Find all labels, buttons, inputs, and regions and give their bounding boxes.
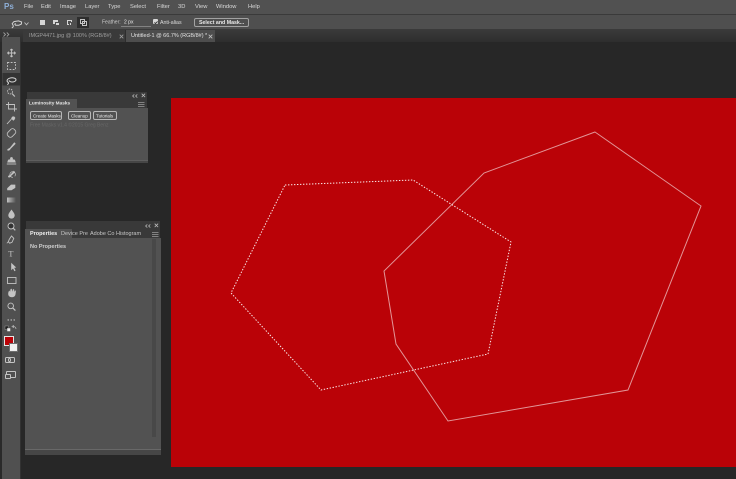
svg-text:T: T — [8, 249, 14, 259]
